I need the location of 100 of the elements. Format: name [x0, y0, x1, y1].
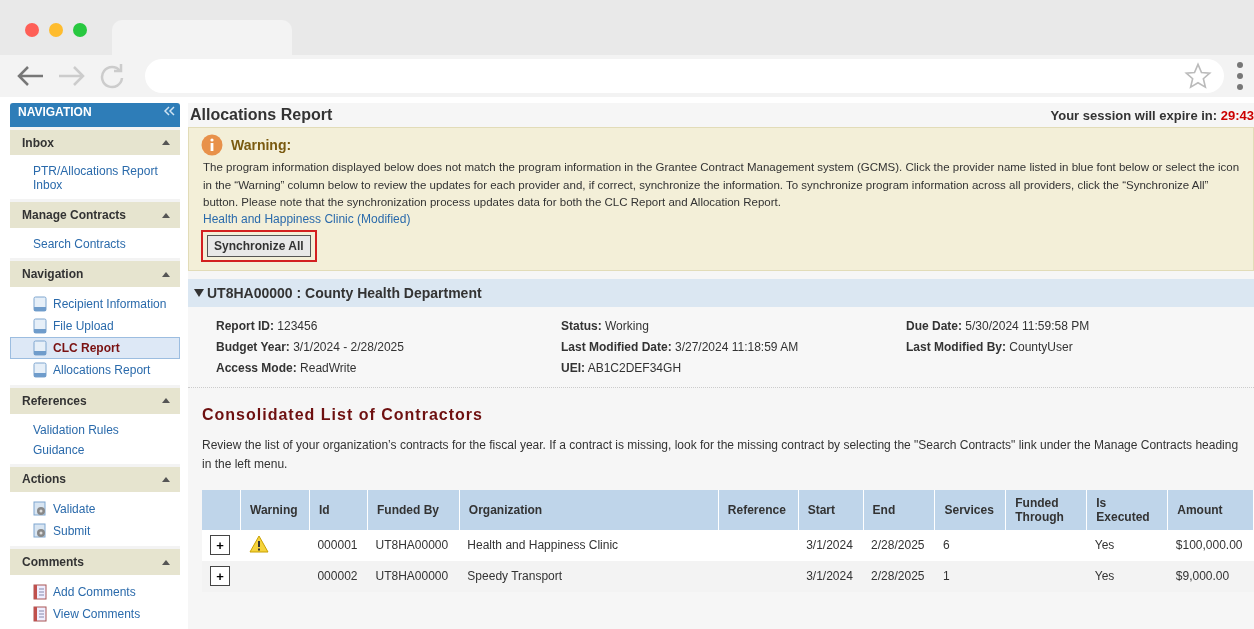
nav-item[interactable]: Add Comments — [10, 580, 180, 603]
nav-item-label: File Upload — [53, 318, 114, 333]
synchronize-all-button[interactable]: Synchronize All — [207, 234, 311, 257]
table-cell: $100,000.00 — [1167, 529, 1254, 561]
expanded-triangle-icon[interactable] — [194, 288, 204, 297]
nav-item-label: CLC Report — [53, 340, 120, 355]
gear-page-icon — [33, 501, 47, 518]
detail-field: UEI: AB1C2DEF34GH — [561, 360, 906, 375]
nav-item[interactable]: View Comments — [10, 602, 180, 625]
more-options-icon[interactable] — [1236, 61, 1244, 91]
star-icon[interactable] — [1184, 62, 1212, 90]
page-icon — [33, 317, 47, 334]
section-header[interactable]: Actions — [10, 466, 180, 493]
collapse-arrow-icon[interactable] — [162, 271, 170, 277]
nav-item[interactable]: Submit — [10, 520, 180, 543]
back-arrow-icon[interactable] — [15, 64, 45, 88]
expand-row-button[interactable]: + — [210, 566, 230, 586]
collapse-arrow-icon[interactable] — [162, 476, 170, 482]
section-header[interactable]: References — [10, 387, 180, 414]
close-window-icon[interactable] — [25, 22, 39, 37]
table-cell: UT8HA00000 — [367, 560, 460, 592]
collapse-arrow-icon[interactable] — [162, 212, 170, 218]
section-title: Navigation — [22, 267, 84, 281]
section-title: Comments — [22, 555, 84, 570]
nav-link-text: PTR/Allocations Report Inbox — [33, 164, 159, 193]
column-header: Warning — [240, 489, 310, 530]
nav-item[interactable]: Validate — [10, 498, 180, 521]
nav-item[interactable]: File Upload — [10, 314, 180, 337]
detail-field: Status: Working — [561, 318, 906, 333]
column-header: End — [863, 489, 935, 530]
table-cell: 3/1/2024 — [798, 560, 864, 592]
detail-field: Access Mode: ReadWrite — [216, 360, 561, 375]
section-title: Inbox — [22, 135, 54, 150]
nav-item[interactable]: Validation Rules — [10, 419, 180, 440]
collapse-arrow-icon[interactable] — [162, 398, 170, 404]
detail-field: Due Date: 5/30/2024 11:59:58 PM — [906, 318, 1254, 333]
provider-link[interactable]: Health and Happiness Clinic (Modified) — [203, 211, 411, 226]
detail-field: Last Modified Date: 3/27/2024 11:18:59 AM — [561, 339, 906, 354]
column-header: Funded Through — [1005, 489, 1087, 530]
nav-item-label: Add Comments — [53, 584, 136, 599]
nav-link-text: Guidance — [33, 442, 85, 457]
nav-item-label: Validate — [53, 502, 96, 517]
info-icon — [201, 134, 223, 156]
collapse-icon[interactable] — [162, 105, 176, 117]
column-header: Is Executed — [1086, 489, 1168, 530]
table-cell: 6 — [934, 529, 1006, 561]
table-cell: $9,000.00 — [1167, 560, 1254, 592]
column-header: Funded By — [367, 489, 460, 530]
nav-link-text: Search Contracts — [33, 237, 126, 252]
warning-icon[interactable] — [248, 534, 269, 553]
nav-item[interactable]: Allocations Report — [10, 358, 180, 381]
table-cell: Health and Happiness Clinic — [459, 529, 719, 561]
table-cell: 1 — [934, 560, 1006, 592]
expand-row-button[interactable]: + — [210, 535, 230, 555]
collapse-arrow-icon[interactable] — [162, 140, 170, 146]
column-header: Services — [934, 489, 1006, 530]
table-cell: 2/28/2025 — [863, 529, 935, 561]
table-cell: 000001 — [309, 529, 368, 561]
nav-item[interactable]: CLC Report — [10, 336, 180, 359]
section-title: References — [22, 393, 87, 408]
nav-item-label: Allocations Report — [53, 362, 151, 377]
warning-message: The program information displayed below does not match the program information in the Grantee Contract Management system (GCMS). Click the provider name listed in blue font below or select the icon in the “Warning” column below to review the updates for each provider and, if correct, synchronize the information. To synchronize program information across all providers, click the “Synchronize All” button. Please note that the synchronization process updates data for both the CLC Report and Allocation Report. — [203, 160, 1241, 210]
table-cell: 2/28/2025 — [863, 560, 935, 592]
table-cell: UT8HA00000 — [367, 529, 460, 561]
table-cell: Yes — [1086, 560, 1168, 592]
page-title: Allocations Report — [190, 106, 333, 124]
department-title: UT8HA00000 : County Health Department — [207, 284, 482, 301]
detail-field: Report ID: 123456 — [216, 318, 561, 333]
page-icon — [33, 339, 47, 356]
warning-title: Warning: — [231, 137, 292, 153]
description-text: Review the list of your organization’s contracts for the fiscal year. If a contract is missing, look for the missing contract by selecting the "Search Contracts" link under the Manage Contracts heading in the left menu. — [202, 436, 1240, 473]
section-header[interactable]: Inbox — [10, 129, 180, 156]
section-header[interactable]: Comments — [10, 549, 180, 575]
detail-field: Budget Year: 3/1/2024 - 2/28/2025 — [216, 339, 561, 354]
section-title: Manage Contracts — [22, 208, 127, 223]
nav-item-label: Recipient Information — [53, 296, 167, 311]
nav-item-label: Submit — [53, 524, 91, 539]
notepad-icon — [33, 605, 47, 622]
column-header: Id — [309, 489, 368, 530]
collapse-arrow-icon[interactable] — [162, 559, 170, 565]
nav-item-label: View Comments — [53, 606, 141, 621]
nav-item[interactable]: Guidance — [10, 439, 180, 460]
navigation-title: NAVIGATION — [18, 105, 92, 119]
department-header[interactable]: UT8HA00000 : County Health Department — [188, 278, 1254, 307]
section-header[interactable]: Manage Contracts — [10, 202, 180, 229]
nav-link-text: Validation Rules — [33, 422, 119, 437]
column-header: Amount — [1167, 489, 1254, 530]
section-header[interactable]: Navigation — [10, 261, 180, 287]
session-timer-text: Your session will expire in: 29:43 — [1050, 107, 1254, 123]
nav-item[interactable]: Recipient Information — [10, 292, 180, 315]
page-icon — [33, 361, 47, 378]
column-header: Organization — [459, 489, 719, 530]
column-header: Reference — [718, 489, 799, 530]
table-cell: Speedy Transport — [459, 560, 719, 592]
table-cell: 000002 — [309, 560, 368, 592]
section-heading: Consolidated List of Contractors — [202, 405, 484, 424]
table-cell: Yes — [1086, 529, 1168, 561]
column-header: Start — [798, 489, 864, 530]
page-icon — [33, 295, 47, 312]
table-cell: 3/1/2024 — [798, 529, 864, 561]
